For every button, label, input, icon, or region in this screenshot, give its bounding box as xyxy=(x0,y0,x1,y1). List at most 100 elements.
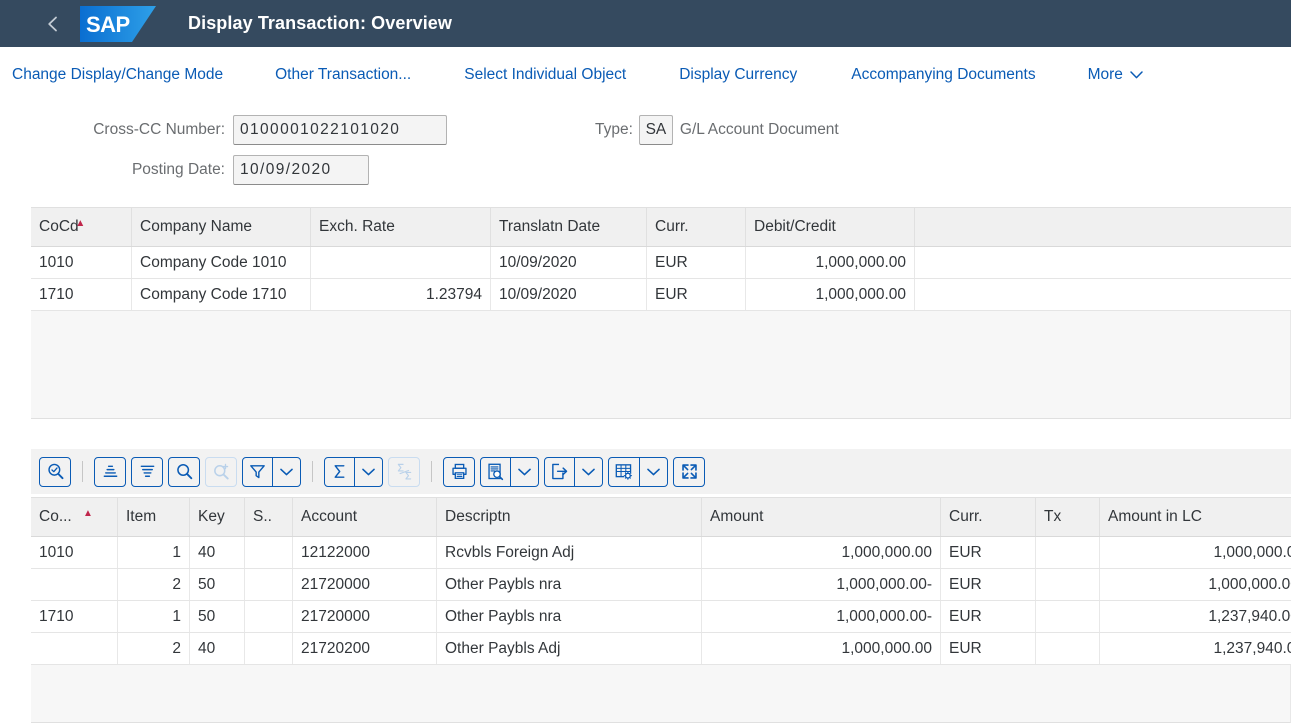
table-cell[interactable]: 40 xyxy=(190,537,245,569)
table-cell[interactable]: Other Paybls Adj xyxy=(437,633,702,665)
table-row[interactable]: 25021720000Other Paybls nra1,000,000.00-… xyxy=(31,569,1291,601)
table-cell[interactable] xyxy=(1036,633,1100,665)
table-row[interactable]: 1010Company Code 101010/09/2020EUR1,000,… xyxy=(31,247,1291,279)
table-cell[interactable] xyxy=(245,569,293,601)
back-button[interactable] xyxy=(38,9,68,39)
table-cell[interactable]: 1,000,000.00 xyxy=(746,247,915,279)
fullscreen-icon-button[interactable] xyxy=(673,457,705,487)
column-header-company-name[interactable]: Company Name xyxy=(132,208,311,247)
table-cell[interactable]: 10/09/2020 xyxy=(491,247,647,279)
column-header-item[interactable]: Item xyxy=(118,498,190,537)
table-cell[interactable]: EUR xyxy=(941,601,1036,633)
action-more[interactable]: More xyxy=(1076,60,1153,90)
table-cell[interactable]: 1,000,000.00 xyxy=(702,537,941,569)
column-header-cocd[interactable]: CoCd▲ xyxy=(31,208,132,247)
filter-split-button[interactable] xyxy=(242,457,301,487)
table-cell[interactable]: EUR xyxy=(941,537,1036,569)
table-cell[interactable] xyxy=(1036,601,1100,633)
table-row[interactable]: 1010140 12122000Rcvbls Foreign Adj1,000,0… xyxy=(31,537,1291,569)
table-cell[interactable]: 21720000 xyxy=(293,601,437,633)
action-other-transaction[interactable]: Other Transaction... xyxy=(263,60,423,90)
search-settings-icon-button[interactable] xyxy=(39,457,71,487)
column-header-tx[interactable]: Tx xyxy=(1036,498,1100,537)
total-dropdown-arrow[interactable] xyxy=(354,458,382,486)
table-cell[interactable]: EUR xyxy=(647,247,746,279)
table-cell[interactable]: Other Paybls nra xyxy=(437,601,702,633)
table-cell[interactable]: Company Code 1710 xyxy=(132,279,311,311)
table-cell[interactable]: 1,237,940.00- xyxy=(1100,601,1291,633)
print-preview-split-button[interactable] xyxy=(480,457,539,487)
column-header-account[interactable]: Account xyxy=(293,498,437,537)
table-settings-dropdown-arrow[interactable] xyxy=(639,458,667,486)
column-header-descriptn[interactable]: Descriptn xyxy=(437,498,702,537)
filter-icon-button[interactable] xyxy=(243,458,272,486)
action-accompanying-documents[interactable]: Accompanying Documents xyxy=(839,60,1047,90)
export-split-button[interactable] xyxy=(544,457,603,487)
column-header-co[interactable]: Co...▲ xyxy=(31,498,118,537)
table-cell[interactable]: 1,000,000.00 xyxy=(746,279,915,311)
column-header-curr[interactable]: Curr. xyxy=(647,208,746,247)
table-cell[interactable]: 1,237,940.00 xyxy=(1100,633,1291,665)
table-cell[interactable]: 1.23794 xyxy=(311,279,491,311)
table-cell[interactable]: 1,000,000.00- xyxy=(1100,569,1291,601)
table-cell[interactable]: 1 xyxy=(118,537,190,569)
find-icon-button[interactable] xyxy=(168,457,200,487)
table-cell[interactable] xyxy=(1036,569,1100,601)
table-cell[interactable]: 2 xyxy=(118,633,190,665)
column-header-s[interactable]: S.. xyxy=(245,498,293,537)
table-cell[interactable] xyxy=(245,537,293,569)
table-cell[interactable] xyxy=(1036,537,1100,569)
cross-cc-number-input[interactable]: 0100001022101020 xyxy=(233,115,447,145)
print-icon-button[interactable] xyxy=(443,457,475,487)
action-display-currency[interactable]: Display Currency xyxy=(667,60,809,90)
print-preview-dropdown-arrow[interactable] xyxy=(510,458,538,486)
table-cell[interactable]: 1 xyxy=(118,601,190,633)
table-cell[interactable] xyxy=(31,569,118,601)
table-cell[interactable]: 1,000,000.00 xyxy=(702,633,941,665)
column-header-translatn-date[interactable]: Translatn Date xyxy=(491,208,647,247)
table-cell[interactable]: 50 xyxy=(190,569,245,601)
table-cell[interactable]: EUR xyxy=(941,569,1036,601)
table-cell[interactable]: 21720200 xyxy=(293,633,437,665)
table-cell[interactable]: 40 xyxy=(190,633,245,665)
table-cell[interactable]: 1710 xyxy=(31,601,118,633)
column-header-curr[interactable]: Curr. xyxy=(941,498,1036,537)
table-cell[interactable]: Other Paybls nra xyxy=(437,569,702,601)
group-icon-button[interactable] xyxy=(131,457,163,487)
table-settings-icon-button[interactable] xyxy=(609,458,639,486)
table-cell[interactable]: EUR xyxy=(941,633,1036,665)
table-settings-split-button[interactable] xyxy=(608,457,668,487)
table-cell[interactable]: 2 xyxy=(118,569,190,601)
action-select-individual-object[interactable]: Select Individual Object xyxy=(452,60,638,90)
posting-date-input[interactable]: 10/09/2020 xyxy=(233,155,369,185)
column-header-amount[interactable]: Amount xyxy=(702,498,941,537)
table-cell[interactable] xyxy=(31,633,118,665)
table-row[interactable]: 1710150 21720000Other Paybls nra1,000,000… xyxy=(31,601,1291,633)
table-cell[interactable]: 1,000,000.00- xyxy=(702,569,941,601)
filter-dropdown-arrow[interactable] xyxy=(272,458,300,486)
table-cell[interactable]: 10/09/2020 xyxy=(491,279,647,311)
type-input[interactable]: SA xyxy=(639,115,673,145)
table-cell[interactable]: Rcvbls Foreign Adj xyxy=(437,537,702,569)
table-cell[interactable] xyxy=(245,601,293,633)
action-change-display-change-mode[interactable]: Change Display/Change Mode xyxy=(10,60,235,90)
total-split-button[interactable] xyxy=(324,457,383,487)
table-cell[interactable]: 50 xyxy=(190,601,245,633)
table-cell[interactable]: 12122000 xyxy=(293,537,437,569)
sort-icon-button[interactable] xyxy=(94,457,126,487)
column-header-exch-rate[interactable]: Exch. Rate xyxy=(311,208,491,247)
table-row[interactable]: 240 21720200Other Paybls Adj1,000,000.00E… xyxy=(31,633,1291,665)
column-header-debit-credit[interactable]: Debit/Credit xyxy=(746,208,915,247)
table-cell[interactable]: 1,000,000.00- xyxy=(702,601,941,633)
export-icon-button[interactable] xyxy=(545,458,574,486)
table-cell[interactable]: EUR xyxy=(647,279,746,311)
table-cell[interactable] xyxy=(311,247,491,279)
table-cell[interactable]: Company Code 1010 xyxy=(132,247,311,279)
print-preview-icon-button[interactable] xyxy=(481,458,510,486)
export-dropdown-arrow[interactable] xyxy=(574,458,602,486)
column-header-key[interactable]: Key xyxy=(190,498,245,537)
table-cell[interactable]: 1010 xyxy=(31,537,118,569)
table-cell[interactable]: 1710 xyxy=(31,279,132,311)
column-header-amount-in-lc[interactable]: Amount in LC xyxy=(1100,498,1291,537)
table-cell[interactable] xyxy=(245,633,293,665)
